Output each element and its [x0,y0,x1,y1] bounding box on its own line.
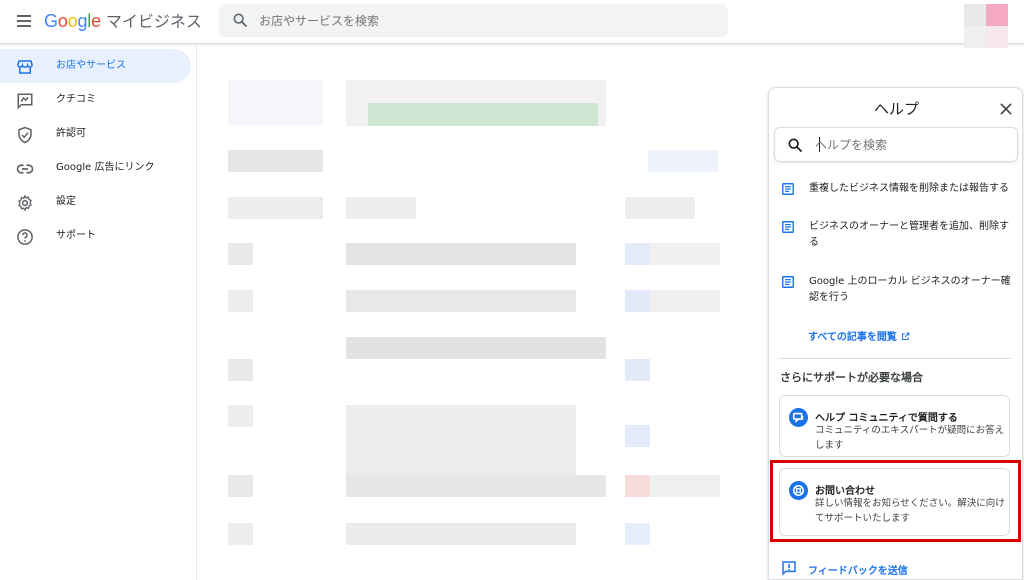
google-wordmark: Google [44,11,101,31]
blurred-content-block [228,243,253,265]
external-link-icon [901,332,910,340]
search-icon [233,13,247,27]
browse-all-label: すべての記事を閲覧 [808,332,897,343]
article-title: Google 上のローカル ビジネスのオーナー確認を行う [809,276,1011,303]
article-document-icon [782,221,794,233]
blurred-content-block [228,197,323,219]
search-input[interactable] [259,4,709,37]
sidebar-item-settings[interactable]: 設定 [0,185,191,219]
sidebar-item-label: お店やサービス [56,60,126,71]
help-search-input[interactable] [815,128,1010,161]
storefront-icon [17,60,33,74]
gear-icon [18,194,32,212]
feedback-label: フィードバックを送信 [808,566,908,577]
sidebar-item-licenses[interactable]: 許認可 [0,117,191,151]
avatar-tile [964,26,986,48]
sidebar-item-support[interactable]: サポート [0,219,191,253]
wordmark-letter: o [57,11,68,31]
article-title: 重複したビジネス情報を削除または報告する [809,183,1009,194]
wordmark-letter: g [77,11,88,31]
blurred-content-block [346,337,606,359]
help-panel: ヘルプ 重複したビジネス情報を削除または報告する ビジネスのオーナーと管理者を追… [768,87,1023,580]
close-icon[interactable] [998,101,1014,117]
product-logo[interactable]: Google マイビジネス [44,9,202,33]
blurred-content-block [650,243,720,265]
navigation-sidebar: お店やサービス クチコミ 許認可 Google 広告にリンク 設定 サポート [0,44,197,580]
blurred-content-block [368,103,598,126]
blurred-content-block [625,359,650,381]
account-avatar[interactable] [964,4,1019,48]
wordmark-letter: G [44,11,58,31]
card-description: 詳しい情報をお知らせください。解決に向けてサポートいたします [815,498,1005,524]
sidebar-item-ads-link[interactable]: Google 広告にリンク [0,151,191,185]
support-lifebuoy-icon [789,481,808,500]
wordmark-letter: o [67,11,78,31]
blurred-content-block [228,359,253,381]
verified-shield-icon [18,126,32,144]
blurred-content-block [625,425,650,447]
search-icon [788,138,802,152]
community-chat-icon [789,408,808,427]
blurred-content-block [228,80,323,126]
sidebar-item-label: サポート [56,230,96,241]
blurred-content-block [346,243,576,265]
blurred-content-block [346,405,576,475]
card-title: ヘルプ コミュニティで質問する [815,413,958,424]
sidebar-item-label: Google 広告にリンク [56,162,155,173]
wordmark-letter: e [91,11,101,31]
sidebar-item-label: 設定 [56,196,76,207]
avatar-tile [964,4,986,26]
blurred-content-block [650,475,720,497]
contact-us-card[interactable]: お問い合わせ 詳しい情報をお知らせください。解決に向けてサポートいたします [779,468,1010,536]
blurred-content-block [228,290,253,312]
blurred-content-block [650,290,720,312]
blurred-content-block [648,150,718,172]
article-title: ビジネスのオーナーと管理者を追加、削除する [809,221,1009,248]
sidebar-item-label: クチコミ [56,94,96,105]
hamburger-menu-icon[interactable] [14,12,34,32]
blurred-content-block [625,290,650,312]
blurred-content-block [228,150,323,172]
top-app-bar: Google マイビジネス [0,0,1024,48]
blurred-content-block [228,475,253,497]
avatar-tile [986,4,1008,26]
help-circle-icon [17,229,33,245]
blurred-content-block [625,523,650,545]
sidebar-item-reviews[interactable]: クチコミ [0,83,191,117]
blurred-content-block [228,523,253,545]
blurred-content-block [346,290,576,312]
blurred-content-block [625,475,650,497]
blurred-content-block [346,523,576,545]
blurred-content-block [346,197,416,219]
locations-list-area [198,45,768,580]
blurred-content-block [625,197,695,219]
article-document-icon [782,276,794,288]
feedback-icon [782,561,796,576]
card-title: お問い合わせ [815,486,875,497]
help-panel-title: ヘルプ [873,100,919,118]
article-document-icon [782,183,794,195]
card-description: コミュニティのエキスパートが疑問にお答えします [815,425,1005,451]
link-icon [16,164,34,174]
business-search-box[interactable] [219,4,728,37]
blurred-content-block [228,405,253,427]
more-support-heading: さらにサポートが必要な場合 [780,371,923,384]
community-support-card[interactable]: ヘルプ コミュニティで質問する コミュニティのエキスパートが疑問にお答えします [779,395,1010,457]
blurred-content-block [346,475,606,497]
sidebar-item-locations[interactable]: お店やサービス [0,49,191,83]
blurred-content-block [625,243,650,265]
product-name: マイビジネス [105,12,202,31]
sidebar-item-label: 許認可 [56,128,86,139]
help-search-box[interactable] [774,127,1018,162]
browse-all-articles-link[interactable]: すべての記事を閲覧 [808,328,910,343]
divider [779,358,1011,359]
review-icon [17,93,33,110]
avatar-tile [986,26,1008,48]
